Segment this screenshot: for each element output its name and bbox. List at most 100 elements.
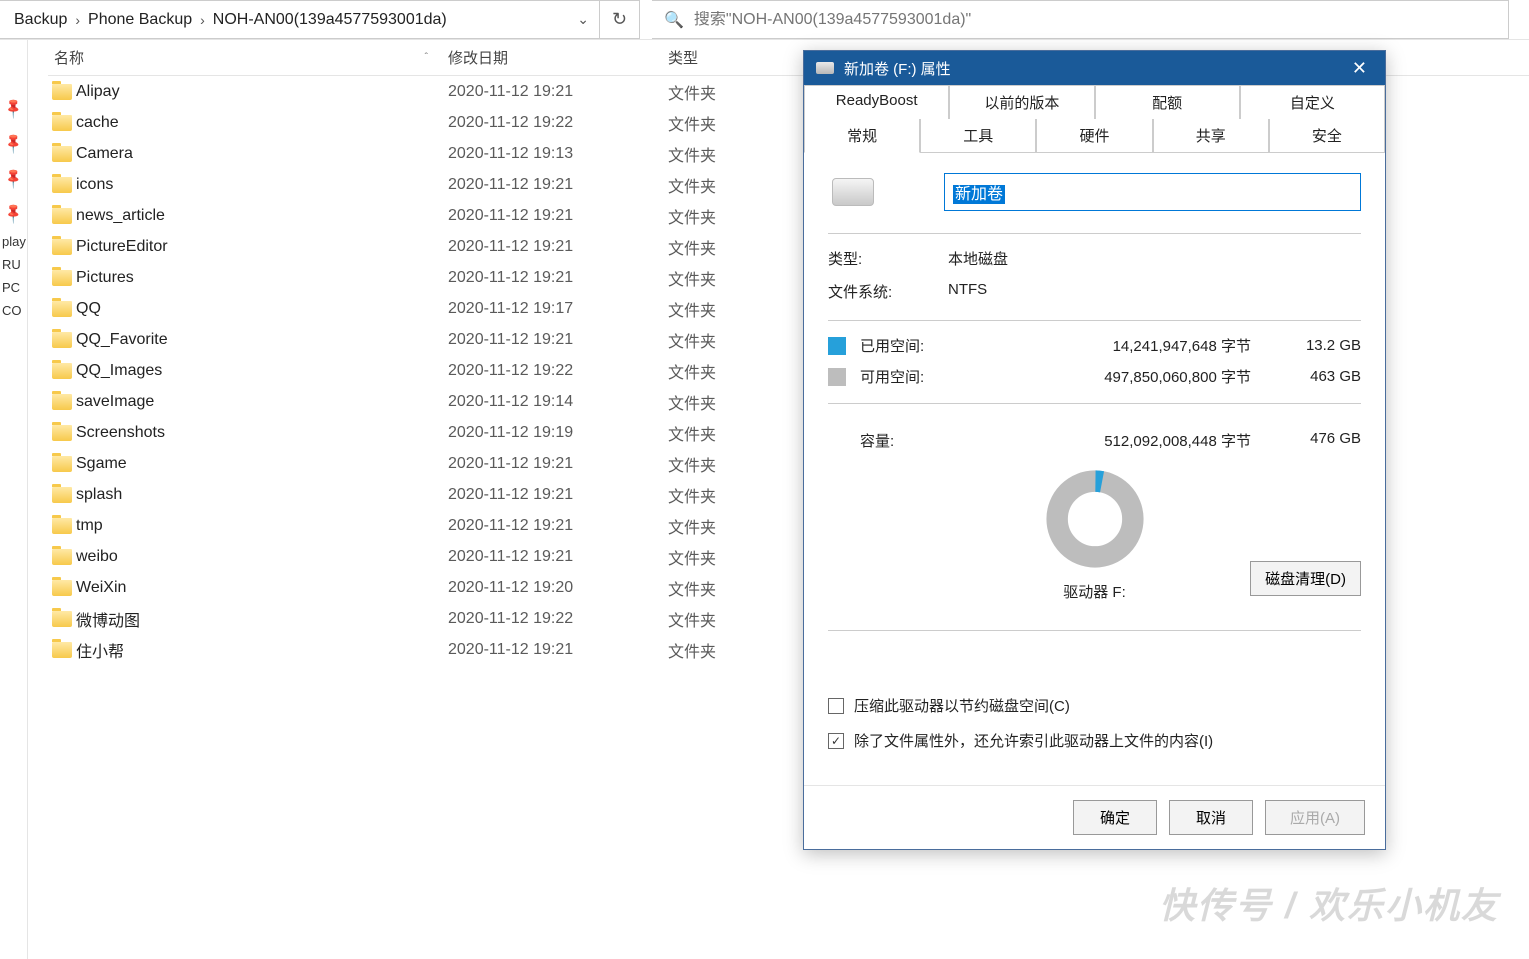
- options-checkboxes: 压缩此驱动器以节约磁盘空间(C) ✓ 除了文件属性外，还允许索引此驱动器上文件的…: [828, 675, 1361, 765]
- folder-icon: [48, 146, 76, 162]
- column-type-header[interactable]: 类型: [668, 47, 788, 68]
- tab-readyboost[interactable]: ReadyBoost: [804, 85, 949, 119]
- file-date: 2020-11-12 19:22: [448, 114, 668, 132]
- file-name: cache: [76, 114, 448, 132]
- pin-icon[interactable]: 📌: [0, 198, 29, 229]
- folder-icon: [48, 177, 76, 193]
- pin-icon[interactable]: 📌: [0, 163, 29, 194]
- free-bytes: 497,850,060,800 字节: [1104, 366, 1251, 387]
- checkbox-icon[interactable]: ✓: [828, 733, 844, 749]
- file-name: QQ: [76, 300, 448, 318]
- folder-icon: [48, 642, 76, 658]
- file-type: 文件夹: [668, 173, 788, 197]
- drive-icon: [816, 62, 834, 74]
- sidebar-label[interactable]: PC: [0, 280, 27, 295]
- index-checkbox-row[interactable]: ✓ 除了文件属性外，还允许索引此驱动器上文件的内容(I): [828, 730, 1361, 751]
- compress-checkbox-row[interactable]: 压缩此驱动器以节约磁盘空间(C): [828, 695, 1361, 716]
- file-date: 2020-11-12 19:21: [448, 548, 668, 566]
- capacity-label: 容量:: [860, 430, 970, 451]
- folder-icon: [48, 301, 76, 317]
- tab-hardware[interactable]: 硬件: [1036, 119, 1152, 153]
- folder-icon: [48, 270, 76, 286]
- tab-previous-versions[interactable]: 以前的版本: [949, 85, 1094, 119]
- file-name: QQ_Favorite: [76, 331, 448, 349]
- file-type: 文件夹: [668, 328, 788, 352]
- close-button[interactable]: ✕: [1346, 58, 1373, 79]
- divider: [828, 233, 1361, 234]
- watermark-text: 快传号 / 欢乐小机友: [1159, 877, 1499, 929]
- file-type: 文件夹: [668, 545, 788, 569]
- file-name: Camera: [76, 145, 448, 163]
- crumb-backup[interactable]: Backup: [8, 11, 73, 29]
- volume-name-input[interactable]: 新加卷: [944, 173, 1361, 211]
- file-name: 微博动图: [76, 607, 448, 631]
- checkbox-icon[interactable]: [828, 698, 844, 714]
- used-space-row: 已用空间: 14,241,947,648 字节 13.2 GB: [828, 335, 1361, 356]
- tab-general[interactable]: 常规: [804, 119, 920, 153]
- file-type: 文件夹: [668, 390, 788, 414]
- cancel-button[interactable]: 取消: [1169, 800, 1253, 835]
- tab-tools[interactable]: 工具: [920, 119, 1036, 153]
- free-space-row: 可用空间: 497,850,060,800 字节 463 GB: [828, 366, 1361, 387]
- tab-quota[interactable]: 配额: [1095, 85, 1240, 119]
- capacity-gb: 476 GB: [1291, 430, 1361, 451]
- file-date: 2020-11-12 19:21: [448, 455, 668, 473]
- folder-icon: [48, 394, 76, 410]
- folder-icon: [48, 115, 76, 131]
- capacity-row: 容量: 512,092,008,448 字节 476 GB: [828, 430, 1361, 451]
- file-type: 文件夹: [668, 483, 788, 507]
- file-date: 2020-11-12 19:19: [448, 424, 668, 442]
- pin-icon[interactable]: 📌: [0, 93, 29, 124]
- type-value: 本地磁盘: [948, 248, 1008, 269]
- file-date: 2020-11-12 19:21: [448, 269, 668, 287]
- file-date: 2020-11-12 19:21: [448, 641, 668, 659]
- disk-cleanup-button[interactable]: 磁盘清理(D): [1250, 561, 1361, 596]
- file-type: 文件夹: [668, 297, 788, 321]
- sidebar-label[interactable]: CO: [0, 303, 27, 318]
- folder-icon: [48, 456, 76, 472]
- ok-button[interactable]: 确定: [1073, 800, 1157, 835]
- type-label: 类型:: [828, 248, 948, 269]
- tab-security[interactable]: 安全: [1269, 119, 1385, 153]
- sidebar-label[interactable]: RU: [0, 257, 27, 272]
- address-bar: Backup › Phone Backup › NOH-AN00(139a457…: [0, 0, 1529, 40]
- crumb-current[interactable]: NOH-AN00(139a4577593001da): [207, 11, 453, 29]
- file-date: 2020-11-12 19:21: [448, 207, 668, 225]
- file-date: 2020-11-12 19:21: [448, 176, 668, 194]
- file-name: splash: [76, 486, 448, 504]
- search-box[interactable]: 🔍: [652, 0, 1509, 39]
- usage-chart-area: 驱动器 F: 磁盘清理(D): [828, 469, 1361, 602]
- file-type: 文件夹: [668, 607, 788, 631]
- usage-donut-chart: [1045, 469, 1145, 569]
- folder-icon: [48, 549, 76, 565]
- column-date-header[interactable]: 修改日期: [448, 47, 668, 68]
- file-name: Alipay: [76, 83, 448, 101]
- folder-icon: [48, 208, 76, 224]
- file-name: saveImage: [76, 393, 448, 411]
- folder-icon: [48, 518, 76, 534]
- tab-sharing[interactable]: 共享: [1153, 119, 1269, 153]
- tab-customize[interactable]: 自定义: [1240, 85, 1385, 119]
- dialog-titlebar[interactable]: 新加卷 (F:) 属性 ✕: [804, 51, 1385, 85]
- file-type: 文件夹: [668, 452, 788, 476]
- file-type: 文件夹: [668, 80, 788, 104]
- dialog-tabs: ReadyBoost 以前的版本 配额 自定义 常规 工具 硬件 共享 安全: [804, 85, 1385, 153]
- breadcrumb[interactable]: Backup › Phone Backup › NOH-AN00(139a457…: [0, 0, 600, 39]
- file-name: QQ_Images: [76, 362, 448, 380]
- sidebar-label[interactable]: play: [0, 234, 27, 249]
- compress-label: 压缩此驱动器以节约磁盘空间(C): [854, 695, 1070, 716]
- folder-icon: [48, 580, 76, 596]
- crumb-phone-backup[interactable]: Phone Backup: [82, 11, 198, 29]
- search-input[interactable]: [694, 11, 1496, 29]
- dialog-body: 新加卷 类型:本地磁盘 文件系统:NTFS 已用空间: 14,241,947,6…: [804, 153, 1385, 785]
- folder-icon: [48, 363, 76, 379]
- refresh-button[interactable]: ↻: [600, 0, 640, 39]
- pin-icon[interactable]: 📌: [0, 128, 29, 159]
- file-name: WeiXin: [76, 579, 448, 597]
- drive-letter-label: 驱动器 F:: [1063, 581, 1126, 602]
- file-date: 2020-11-12 19:21: [448, 517, 668, 535]
- apply-button[interactable]: 应用(A): [1265, 800, 1365, 835]
- breadcrumb-dropdown-icon[interactable]: ⌄: [567, 11, 599, 28]
- file-name: news_article: [76, 207, 448, 225]
- column-name-header[interactable]: 名称 ˆ: [48, 47, 448, 68]
